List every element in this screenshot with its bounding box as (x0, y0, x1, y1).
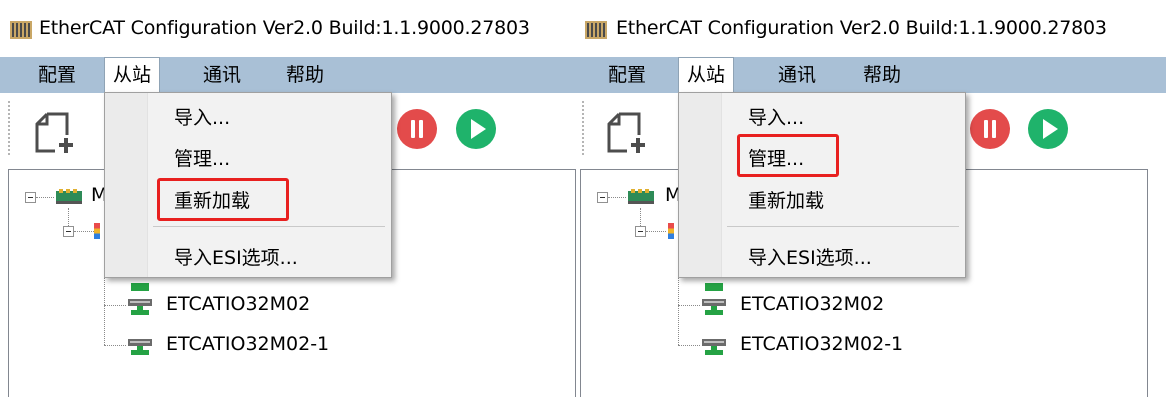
menu-gutter (679, 93, 722, 277)
new-file-icon[interactable] (33, 111, 81, 155)
menu-gutter (105, 93, 148, 277)
menu-item-import[interactable]: 导入... (174, 103, 230, 130)
tree-connector (678, 305, 700, 307)
menu-item-import[interactable]: 导入... (748, 103, 804, 130)
slave-icon (702, 339, 726, 355)
master-icon (56, 189, 82, 204)
menu-separator (153, 226, 385, 227)
menu-slave[interactable]: 从站 (104, 57, 161, 93)
master-icon (628, 189, 654, 204)
app-icon (585, 21, 607, 39)
tree-connector (678, 345, 700, 347)
tree-connector (104, 305, 126, 307)
menu-item-reload[interactable]: 重新加载 (748, 186, 824, 213)
tree-device-label[interactable]: ETCATIO32M02-1 (740, 333, 903, 355)
menu-help[interactable]: 帮助 (278, 57, 332, 93)
expand-root-icon[interactable] (25, 192, 36, 203)
node-icon (668, 223, 674, 239)
slave-icon (128, 339, 152, 355)
menu-config[interactable]: 配置 (600, 57, 654, 93)
tree-device-label[interactable]: ETCATIO32M02 (740, 293, 884, 315)
tree-connector (68, 208, 70, 228)
title-bar: EtherCAT Configuration Ver2.0 Build:1.1.… (0, 0, 580, 57)
slave-icon (702, 299, 726, 315)
node-icon (94, 223, 100, 239)
window-title: EtherCAT Configuration Ver2.0 Build:1.1.… (616, 17, 1107, 39)
slave-dropdown-menu: 导入... 管理... 重新加载 导入ESI选项... (678, 92, 966, 278)
tree-connector (646, 231, 666, 233)
highlight-box (157, 178, 289, 221)
left-screenshot-panel: EtherCAT Configuration Ver2.0 Build:1.1.… (0, 0, 580, 397)
menu-communication[interactable]: 通讯 (770, 57, 824, 93)
menu-item-import-esi-options[interactable]: 导入ESI选项... (174, 243, 298, 270)
right-screenshot-panel: EtherCAT Configuration Ver2.0 Build:1.1.… (578, 0, 1166, 397)
window-title: EtherCAT Configuration Ver2.0 Build:1.1.… (39, 17, 530, 39)
pause-icon[interactable] (397, 109, 437, 149)
new-file-icon[interactable] (605, 111, 653, 155)
app-icon (10, 21, 32, 39)
tree-connector (36, 197, 54, 199)
tree-connector (74, 231, 94, 233)
menu-config[interactable]: 配置 (30, 57, 84, 93)
menu-communication[interactable]: 通讯 (195, 57, 249, 93)
menu-help[interactable]: 帮助 (855, 57, 909, 93)
tree-connector (608, 197, 626, 199)
slave-icon (128, 299, 152, 315)
expand-root-icon[interactable] (597, 192, 608, 203)
menu-item-manage[interactable]: 管理... (174, 144, 230, 171)
expand-node-icon[interactable] (63, 226, 74, 237)
menu-item-import-esi-options[interactable]: 导入ESI选项... (748, 243, 872, 270)
play-icon[interactable] (1028, 109, 1068, 149)
tree-device-label[interactable]: ETCATIO32M02-1 (166, 333, 329, 355)
pause-icon[interactable] (970, 109, 1010, 149)
expand-node-icon[interactable] (635, 226, 646, 237)
menu-separator (727, 226, 959, 227)
play-icon[interactable] (456, 109, 496, 149)
title-bar: EtherCAT Configuration Ver2.0 Build:1.1.… (578, 0, 1166, 57)
tree-device-label[interactable]: ETCATIO32M02 (166, 293, 310, 315)
tree-connector (104, 345, 126, 347)
toolbar-grip (582, 101, 584, 157)
menu-slave[interactable]: 从站 (678, 57, 735, 93)
tree-connector (640, 208, 642, 228)
toolbar-grip (8, 101, 10, 157)
highlight-box (737, 134, 839, 177)
